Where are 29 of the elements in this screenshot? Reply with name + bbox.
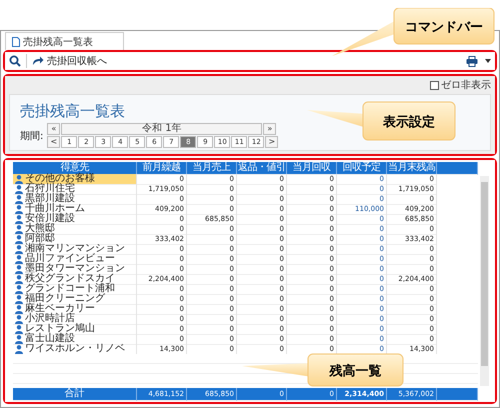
callout: 表示設定 bbox=[305, 100, 457, 142]
column-header[interactable]: 回収予定 bbox=[337, 162, 387, 175]
zero-hide-checkbox[interactable]: ゼロ非表示 bbox=[430, 78, 491, 92]
next-month-button[interactable]: > bbox=[265, 136, 278, 148]
report-title: 売掛残高一覧表 bbox=[20, 101, 126, 121]
search-icon[interactable] bbox=[9, 55, 21, 67]
document-tab[interactable]: 売掛残高一覧表 bbox=[5, 32, 124, 50]
previous-month-button[interactable]: < bbox=[47, 136, 60, 148]
customer-cell: 富士山建設 bbox=[13, 334, 137, 345]
column-header[interactable]: 当月末残高 bbox=[387, 162, 437, 175]
header-filler bbox=[437, 162, 478, 175]
year-label: 令和 1年 bbox=[61, 123, 262, 135]
total-label: 合計 bbox=[13, 388, 137, 401]
callout: コマンドバー bbox=[330, 8, 496, 58]
scrollbar-thumb[interactable] bbox=[481, 182, 488, 366]
document-icon bbox=[12, 36, 20, 46]
total-filler bbox=[437, 388, 478, 401]
column-header[interactable]: 返品・値引 bbox=[237, 162, 287, 175]
previous-year-button[interactable]: « bbox=[47, 123, 60, 135]
goto-collection-button[interactable]: 売掛回収帳へ bbox=[32, 54, 107, 68]
column-header[interactable]: 当月売上 bbox=[187, 162, 237, 175]
period-label: 期間: bbox=[20, 130, 44, 142]
printer-icon[interactable] bbox=[466, 56, 478, 66]
column-header[interactable]: 前月繰越 bbox=[137, 162, 187, 175]
caret-icon[interactable] bbox=[485, 59, 491, 63]
scrollbar[interactable] bbox=[480, 176, 489, 386]
column-header[interactable]: 当月回収 bbox=[287, 162, 337, 175]
next-year-button[interactable]: » bbox=[263, 123, 276, 135]
redirect-arrow-icon bbox=[32, 56, 44, 66]
